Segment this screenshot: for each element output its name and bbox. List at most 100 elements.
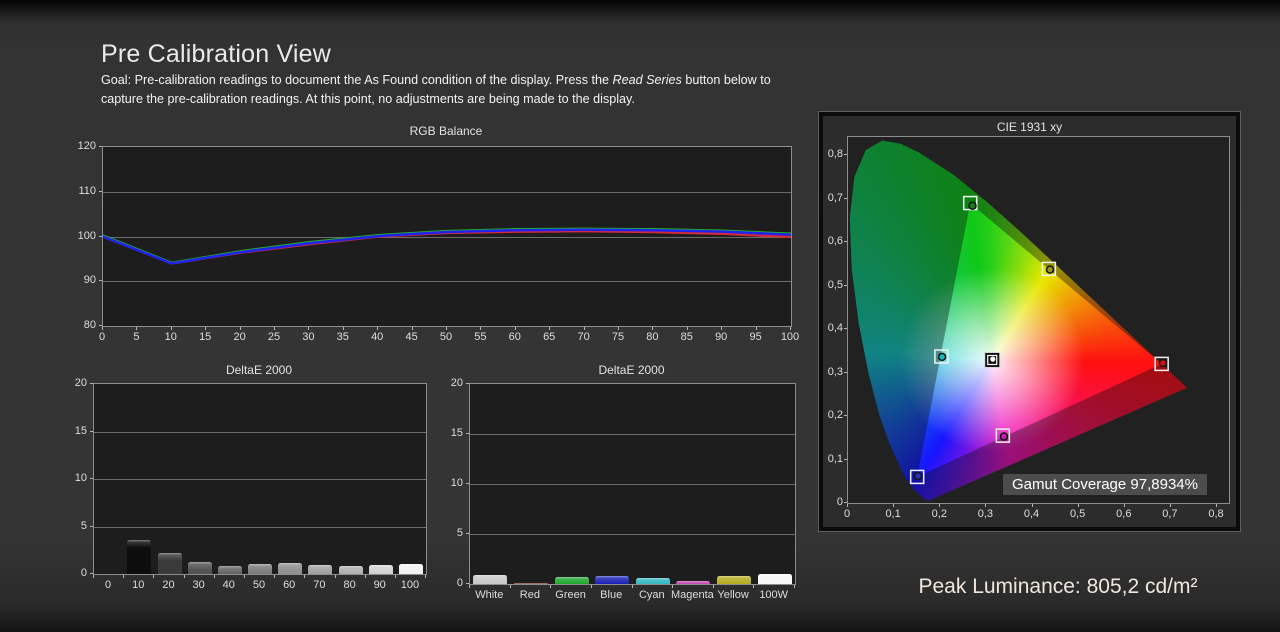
bar-white (473, 575, 507, 584)
measured-point-blue (915, 473, 922, 480)
tick-label: 0,7 (823, 192, 843, 205)
goal-mid: button below to (682, 73, 771, 87)
tick-label: 0,1 (876, 508, 910, 521)
axis-tick (893, 504, 894, 507)
bar-cyan (636, 578, 670, 584)
axis-tick (99, 146, 102, 147)
axis-tick (377, 327, 378, 330)
axis-tick (171, 327, 172, 330)
axis-tick (244, 575, 245, 578)
bar-100w (758, 574, 792, 585)
tick-label: 0,2 (922, 508, 956, 521)
axis-tick (365, 575, 366, 578)
goal-prefix: Goal: Pre-calibration readings to docume… (101, 73, 613, 87)
axis-tick (753, 585, 754, 588)
tick-label: 0,8 (1199, 508, 1233, 521)
axis-tick (844, 415, 847, 416)
axis-tick (466, 433, 469, 434)
goal-read-series: Read Series (613, 73, 682, 87)
axis-tick (584, 327, 585, 330)
bar-blue (595, 576, 629, 585)
plot-area (469, 383, 796, 585)
axis-tick (425, 575, 426, 578)
bar-magenta (676, 581, 710, 584)
grid-line (470, 534, 795, 535)
tick-label: 65 (534, 331, 564, 344)
deltae-grayscale-chart: DeltaE 200005101520010203040506070809010… (60, 363, 432, 603)
tick-label: 5 (121, 331, 151, 344)
tick-label: 60 (500, 331, 530, 344)
axis-tick (240, 327, 241, 330)
chart-title: DeltaE 2000 (469, 363, 794, 377)
bar-yellow (717, 576, 751, 584)
axis-tick (205, 327, 206, 330)
axis-tick (1124, 504, 1125, 507)
measured-point-cyan (939, 353, 946, 360)
axis-tick (343, 327, 344, 330)
tick-label: 0,5 (1061, 508, 1095, 521)
bar-60 (278, 563, 302, 574)
deltae-color-chart: DeltaE 200005101520WhiteRedGreenBlueCyan… (436, 363, 804, 613)
tick-label: 15 (190, 331, 220, 344)
tick-label: 0,2 (823, 409, 843, 422)
bar-label: 100W (746, 589, 801, 602)
bar-10 (127, 540, 151, 574)
axis-tick (466, 483, 469, 484)
measured-point-yellow (1047, 266, 1054, 273)
axis-tick (1216, 504, 1217, 507)
axis-tick (102, 327, 103, 330)
tick-label: 40 (362, 331, 392, 344)
axis-tick (985, 504, 986, 507)
axis-tick (153, 575, 154, 578)
axis-tick (844, 502, 847, 503)
axis-tick (794, 585, 795, 588)
goal-text: Goal: Pre-calibration readings to docume… (101, 71, 869, 109)
tick-label: 100 (775, 331, 805, 344)
axis-tick (844, 285, 847, 286)
tick-label: 0 (830, 508, 864, 521)
grid-line (94, 432, 426, 433)
tick-label: 10 (60, 472, 87, 485)
plot-area (102, 146, 792, 327)
bar-20 (158, 553, 182, 574)
axis-tick (274, 575, 275, 578)
grid-line (470, 484, 795, 485)
tick-label: 35 (328, 331, 358, 344)
pre-calibration-view: { "page": { "title": "Pre Calibration Vi… (0, 0, 1280, 632)
tick-label: 0,3 (823, 366, 843, 379)
plot-area (93, 383, 427, 575)
bar-label: 100 (388, 579, 432, 592)
rgb-balance-chart: RGB Balance80901001101200510152025303540… (60, 124, 820, 352)
tick-label: 75 (603, 331, 633, 344)
tick-label: 110 (60, 185, 96, 198)
axis-tick (466, 583, 469, 584)
grid-line (470, 434, 795, 435)
cie-chart-panel: CIE 1931 xy00,10,20,30,40,50,60,70,800,1… (819, 112, 1240, 531)
axis-tick (1032, 504, 1033, 507)
axis-tick (480, 327, 481, 330)
axis-tick (1078, 504, 1079, 507)
bar-50 (248, 564, 272, 574)
axis-tick (844, 241, 847, 242)
axis-tick (721, 327, 722, 330)
axis-tick (844, 154, 847, 155)
axis-tick (515, 327, 516, 330)
tick-label: 85 (672, 331, 702, 344)
tick-label: 90 (60, 274, 96, 287)
axis-tick (304, 575, 305, 578)
chart-title: RGB Balance (102, 124, 790, 138)
axis-tick (591, 585, 592, 588)
axis-tick (844, 372, 847, 373)
peak-luminance: Peak Luminance: 805,2 cd/m² (878, 575, 1238, 599)
page-title: Pre Calibration View (101, 40, 331, 69)
tick-label: 0,1 (823, 453, 843, 466)
axis-tick (99, 191, 102, 192)
axis-tick (632, 585, 633, 588)
tick-label: 10 (156, 331, 186, 344)
bar-80 (339, 566, 363, 574)
axis-tick (466, 383, 469, 384)
tick-label: 0,8 (823, 148, 843, 161)
tick-label: 45 (397, 331, 427, 344)
measured-point-white (990, 357, 995, 362)
axis-tick (469, 585, 470, 588)
